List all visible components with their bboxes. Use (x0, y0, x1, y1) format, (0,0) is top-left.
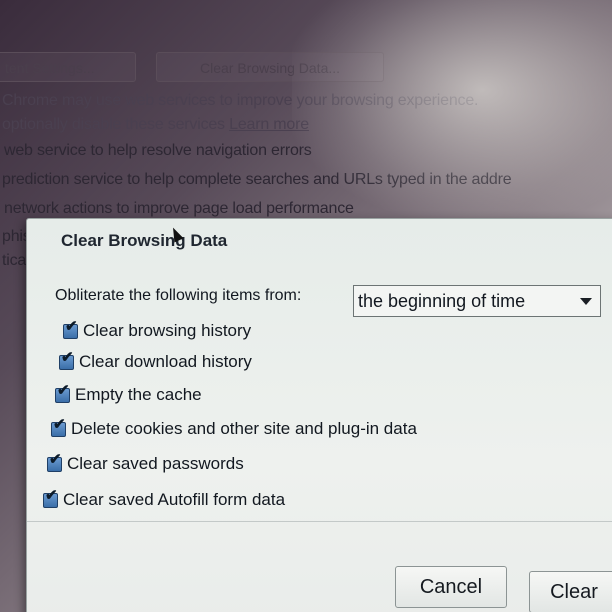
privacy-disable-label: optionally disable these services (2, 116, 225, 133)
option-label: Clear browsing history (83, 321, 252, 340)
option-empty-cache[interactable]: ✔ Empty the cache (55, 383, 202, 405)
option-clear-browsing-history[interactable]: ✔ Clear browsing history (63, 319, 252, 341)
prediction-service-option[interactable]: prediction service to help complete sear… (2, 171, 512, 189)
network-actions-option[interactable]: network actions to improve page load per… (4, 200, 354, 218)
privacy-disable-text: optionally disable these services Learn … (2, 116, 309, 134)
option-delete-cookies[interactable]: ✔ Delete cookies and other site and plug… (51, 417, 417, 439)
clear-button[interactable]: Clear (529, 571, 612, 612)
cancel-button[interactable]: Cancel (395, 566, 507, 608)
privacy-description: Chrome may use web services to improve y… (2, 92, 479, 109)
checkbox-checked-icon[interactable]: ✔ (47, 452, 62, 472)
option-label: Empty the cache (75, 385, 202, 404)
checkbox-checked-icon[interactable]: ✔ (43, 488, 58, 508)
option-clear-saved-passwords[interactable]: ✔ Clear saved passwords (47, 452, 244, 474)
option-label: Clear saved Autofill form data (63, 490, 286, 509)
dialog-title: Clear Browsing Data (61, 231, 228, 250)
learn-more-link[interactable]: Learn more (229, 116, 309, 133)
option-label: Delete cookies and other site and plug-i… (71, 419, 417, 438)
option-label: Clear download history (79, 352, 252, 371)
option-clear-autofill[interactable]: ✔ Clear saved Autofill form data (43, 488, 286, 510)
clear-browsing-data-button[interactable]: Clear Browsing Data... (156, 52, 384, 82)
clear-browsing-data-dialog: Clear Browsing Data Obliterate the follo… (26, 218, 612, 612)
content-settings-button[interactable]: tent Settings... (0, 52, 136, 82)
dialog-divider (27, 521, 612, 522)
time-range-value: the beginning of time (358, 291, 526, 311)
dropdown-caret-icon (580, 298, 592, 305)
option-clear-download-history[interactable]: ✔ Clear download history (59, 350, 252, 372)
option-label: Clear saved passwords (67, 454, 244, 473)
time-range-select[interactable]: the beginning of time (353, 285, 601, 317)
navigation-errors-option[interactable]: web service to help resolve navigation e… (4, 142, 312, 160)
checkbox-checked-icon[interactable]: ✔ (59, 350, 74, 370)
checkbox-checked-icon[interactable]: ✔ (55, 383, 70, 403)
screen-photo: tent Settings... Clear Browsing Data... … (0, 0, 612, 612)
obliterate-label: Obliterate the following items from: (55, 287, 302, 304)
checkbox-checked-icon[interactable]: ✔ (63, 319, 78, 339)
checkbox-checked-icon[interactable]: ✔ (51, 417, 66, 437)
